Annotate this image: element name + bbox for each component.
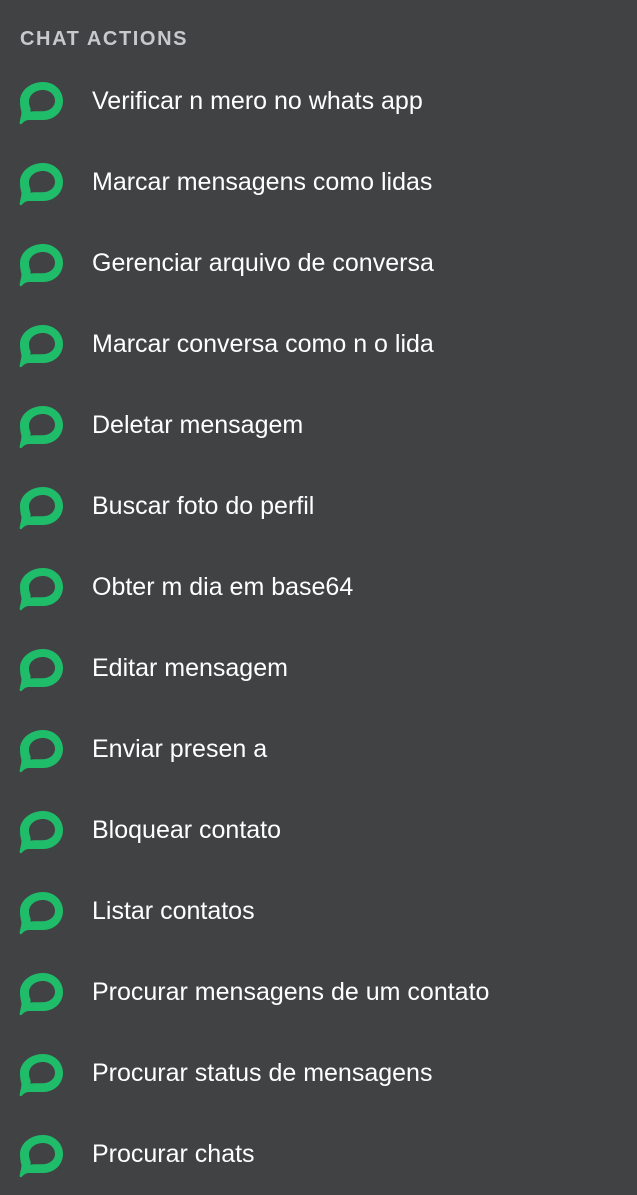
action-item-delete-message[interactable]: Deletar mensagem [0, 384, 637, 465]
action-item-search-contact-messages[interactable]: Procurar mensagens de um contato [0, 951, 637, 1032]
section-title: CHAT ACTIONS [20, 28, 189, 50]
chat-bubble-icon [18, 1132, 64, 1178]
action-label: Gerenciar arquivo de conversa [92, 249, 434, 277]
action-label: Editar mensagem [92, 654, 288, 682]
action-item-send-presence[interactable]: Enviar presen a [0, 708, 637, 789]
chat-bubble-icon [18, 889, 64, 935]
action-item-verify-number[interactable]: Verificar n mero no whats app [0, 60, 637, 141]
action-item-get-media-base64[interactable]: Obter m dia em base64 [0, 546, 637, 627]
action-item-block-contact[interactable]: Bloquear contato [0, 789, 637, 870]
chat-bubble-icon [18, 808, 64, 854]
chat-bubble-icon [18, 484, 64, 530]
action-label: Obter m dia em base64 [92, 573, 354, 601]
action-label: Verificar n mero no whats app [92, 87, 423, 115]
chat-bubble-icon [18, 646, 64, 692]
action-item-list-contacts[interactable]: Listar contatos [0, 870, 637, 951]
chat-bubble-icon [18, 727, 64, 773]
chat-actions-panel: CHAT ACTIONS Verificar n mero no whats a… [0, 0, 637, 1195]
action-label: Enviar presen a [92, 735, 268, 763]
chat-bubble-icon [18, 565, 64, 611]
action-label: Marcar mensagens como lidas [92, 168, 433, 196]
action-item-edit-message[interactable]: Editar mensagem [0, 627, 637, 708]
action-label: Bloquear contato [92, 816, 282, 844]
chat-bubble-icon [18, 970, 64, 1016]
action-label: Marcar conversa como n o lida [92, 330, 434, 358]
action-label: Buscar foto do perfil [92, 492, 315, 520]
action-item-manage-archive[interactable]: Gerenciar arquivo de conversa [0, 222, 637, 303]
chat-bubble-icon [18, 403, 64, 449]
chat-bubble-icon [18, 1051, 64, 1097]
action-item-mark-messages-read[interactable]: Marcar mensagens como lidas [0, 141, 637, 222]
action-item-search-message-status[interactable]: Procurar status de mensagens [0, 1032, 637, 1113]
action-item-fetch-profile-photo[interactable]: Buscar foto do perfil [0, 465, 637, 546]
chat-bubble-icon [18, 79, 64, 125]
chat-bubble-icon [18, 160, 64, 206]
action-item-mark-chat-unread[interactable]: Marcar conversa como n o lida [0, 303, 637, 384]
action-item-search-chats[interactable]: Procurar chats [0, 1113, 637, 1194]
action-label: Listar contatos [92, 897, 255, 925]
action-label: Procurar status de mensagens [92, 1059, 433, 1087]
chat-bubble-icon [18, 322, 64, 368]
action-label: Deletar mensagem [92, 411, 304, 439]
chat-bubble-icon [18, 241, 64, 287]
action-label: Procurar chats [92, 1140, 255, 1168]
action-list: Verificar n mero no whats app Marcar men… [0, 60, 637, 1194]
action-label: Procurar mensagens de um contato [92, 978, 490, 1006]
